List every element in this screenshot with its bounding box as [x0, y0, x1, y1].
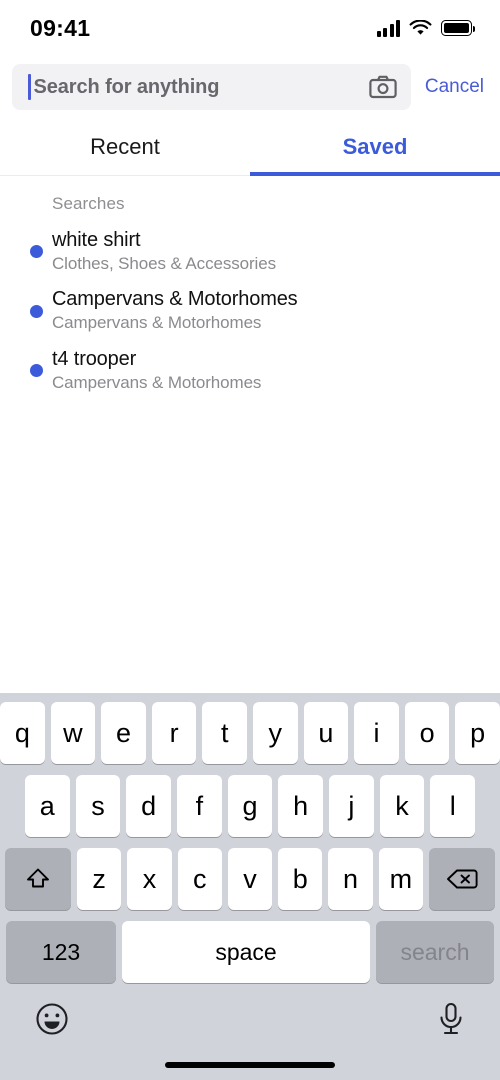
list-item[interactable]: white shirt Clothes, Shoes & Accessories — [0, 222, 500, 281]
key-x[interactable]: x — [127, 848, 172, 910]
search-bar: Search for anything Cancel — [0, 56, 500, 118]
key-p[interactable]: p — [455, 702, 500, 764]
key-a[interactable]: a — [24, 775, 70, 837]
space-key[interactable]: space — [122, 921, 370, 983]
on-screen-keyboard: q w e r t y u i o p a s d f g h j k l z … — [0, 693, 500, 1080]
search-placeholder: Search for anything — [33, 75, 220, 98]
key-g[interactable]: g — [227, 775, 273, 837]
key-d[interactable]: d — [126, 775, 171, 837]
key-u[interactable]: u — [303, 702, 349, 764]
list-item-subtitle: Campervans & Motorhomes — [52, 313, 262, 333]
keyboard-row-4: 123 space search — [0, 921, 500, 983]
search-tabs: Recent Saved — [0, 118, 500, 176]
search-key[interactable]: search — [376, 921, 494, 983]
microphone-icon[interactable] — [436, 1001, 466, 1037]
key-y[interactable]: y — [253, 702, 298, 764]
text-cursor — [28, 74, 31, 100]
key-m[interactable]: m — [378, 848, 423, 910]
keyboard-bottom-bar — [0, 989, 500, 1047]
tab-recent-label: Recent — [90, 134, 160, 159]
key-e[interactable]: e — [101, 702, 146, 764]
list-item-title: Campervans & Motorhomes — [52, 288, 298, 311]
status-time: 09:41 — [30, 14, 91, 41]
key-v[interactable]: v — [227, 848, 273, 910]
key-k[interactable]: k — [379, 775, 425, 837]
tab-saved-underline — [250, 172, 500, 176]
battery-full-icon — [441, 20, 476, 36]
key-q[interactable]: q — [0, 702, 45, 764]
tab-recent[interactable]: Recent — [0, 118, 250, 176]
list-item[interactable]: Campervans & Motorhomes Campervans & Mot… — [0, 281, 500, 340]
status-icons — [376, 19, 476, 37]
list-item-subtitle: Campervans & Motorhomes — [52, 372, 262, 392]
phone-screen: 09:41 Search for anything Cancel Recent … — [0, 0, 500, 1080]
key-s[interactable]: s — [75, 775, 121, 837]
key-b[interactable]: b — [278, 848, 323, 910]
search-input[interactable]: Search for anything — [12, 64, 411, 110]
keyboard-row-3: z x c v b n m — [0, 848, 500, 910]
list-item-texts: white shirt Clothes, Shoes & Accessories — [52, 229, 276, 274]
tab-saved-label: Saved — [342, 134, 408, 159]
key-t[interactable]: t — [202, 702, 247, 764]
backspace-key[interactable] — [428, 848, 495, 910]
list-item-subtitle: Clothes, Shoes & Accessories — [52, 254, 276, 273]
list-item-texts: t4 trooper Campervans & Motorhomes — [52, 348, 261, 393]
tab-recent-underline — [0, 172, 250, 176]
list-item-title: t4 trooper — [52, 347, 137, 370]
bullet-icon — [30, 245, 43, 259]
numbers-key[interactable]: 123 — [6, 921, 116, 983]
key-n[interactable]: n — [328, 848, 373, 910]
shift-key[interactable] — [5, 848, 72, 910]
emoji-icon[interactable] — [34, 1001, 70, 1037]
list-item-texts: Campervans & Motorhomes Campervans & Mot… — [52, 288, 298, 333]
key-o[interactable]: o — [404, 702, 450, 764]
key-r[interactable]: r — [151, 702, 197, 764]
section-header: Searches — [52, 194, 125, 213]
key-j[interactable]: j — [329, 775, 374, 837]
key-z[interactable]: z — [77, 848, 122, 910]
cellular-signal-icon — [376, 19, 400, 37]
list-item-title: white shirt — [52, 229, 141, 251]
key-h[interactable]: h — [278, 775, 324, 837]
key-i[interactable]: i — [354, 702, 399, 764]
keyboard-row-2: a s d f g h j k l — [0, 775, 500, 837]
key-f[interactable]: f — [177, 775, 222, 837]
keyboard-row-1: q w e r t y u i o p — [0, 702, 500, 764]
key-c[interactable]: c — [177, 848, 222, 910]
status-bar: 09:41 — [0, 0, 500, 56]
wifi-icon — [409, 19, 432, 35]
backspace-icon — [447, 869, 478, 889]
bullet-icon — [30, 304, 43, 318]
bullet-icon — [30, 363, 43, 377]
home-indicator — [165, 1062, 335, 1068]
camera-icon[interactable] — [369, 75, 397, 99]
saved-searches-list: white shirt Clothes, Shoes & Accessories… — [0, 218, 500, 400]
list-item[interactable]: t4 trooper Campervans & Motorhomes — [0, 341, 500, 400]
tab-saved[interactable]: Saved — [250, 118, 500, 176]
key-w[interactable]: w — [50, 702, 96, 764]
cancel-button[interactable]: Cancel — [411, 76, 488, 98]
key-l[interactable]: l — [430, 775, 476, 837]
shift-icon — [27, 868, 49, 888]
